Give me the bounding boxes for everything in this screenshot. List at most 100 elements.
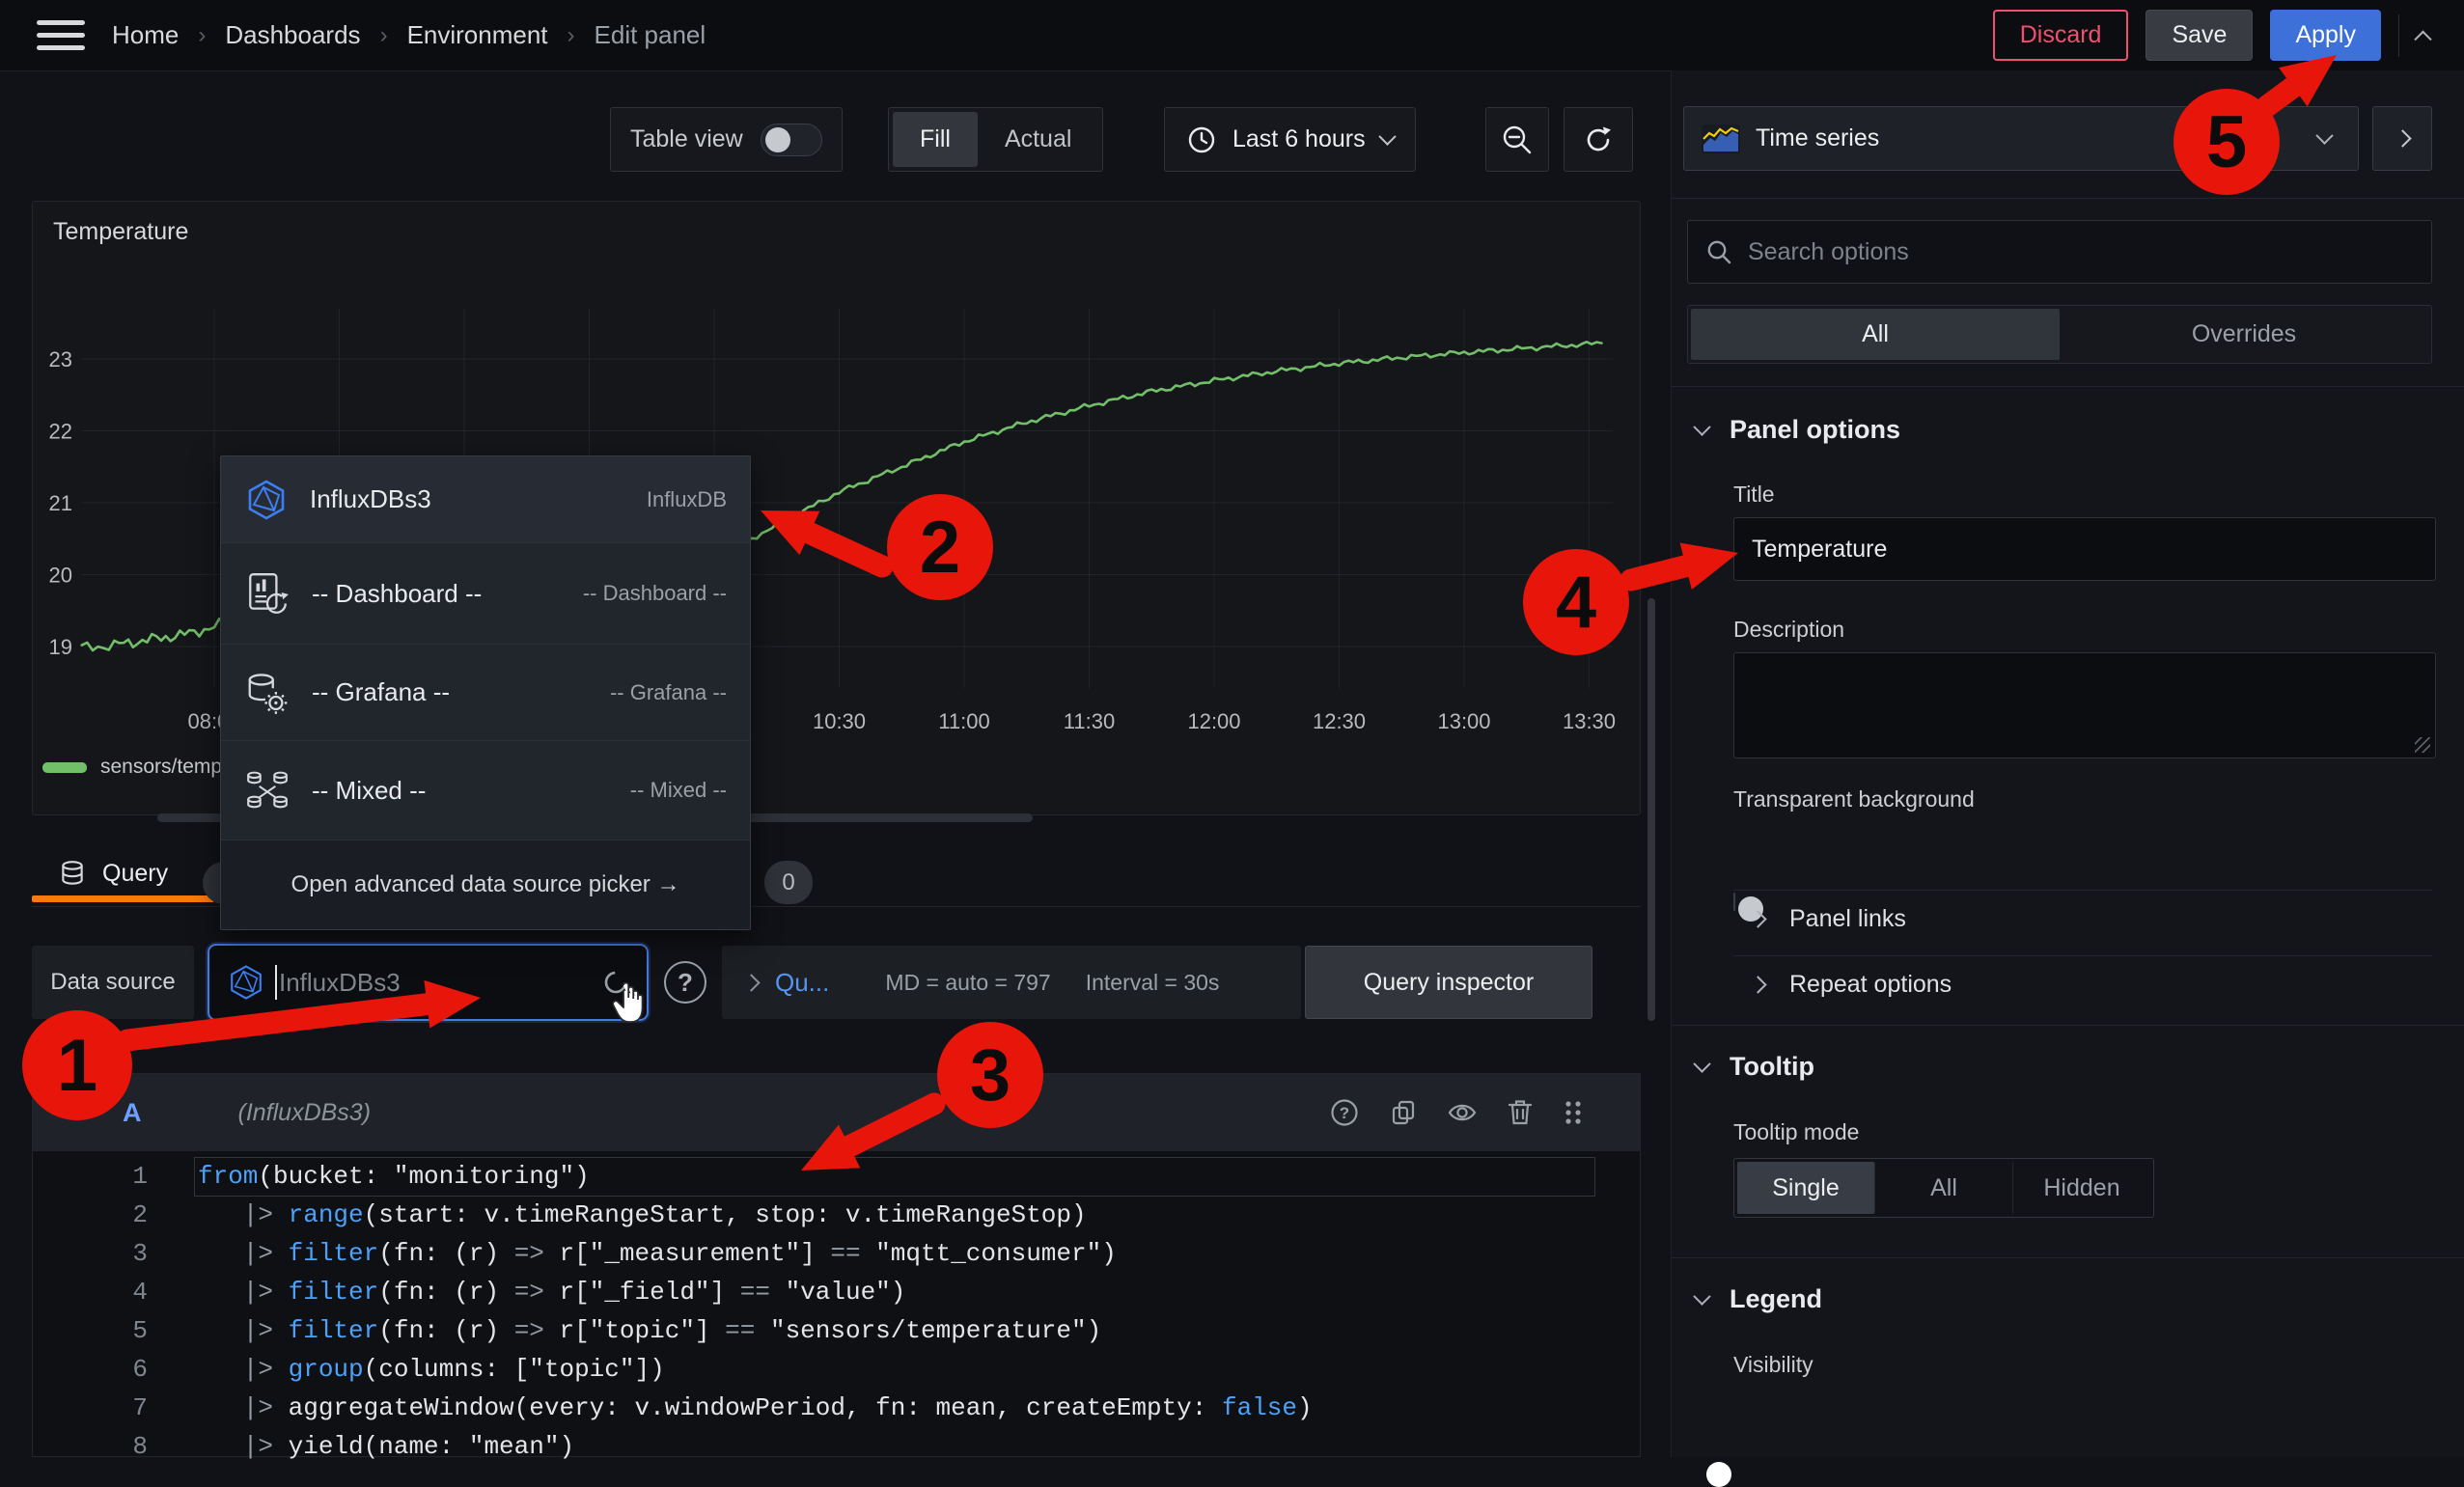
menu-icon[interactable] [37, 20, 85, 50]
zoom-out-icon [1500, 123, 1535, 157]
datasource-help-button[interactable]: ? [664, 961, 706, 1004]
collapse-query-icon[interactable] [61, 1101, 78, 1118]
help-icon[interactable]: ? [1329, 1097, 1360, 1128]
tab-query[interactable]: Query [58, 859, 168, 888]
visualization-picker[interactable]: Time series [1683, 106, 2359, 171]
delete-icon[interactable] [1507, 1098, 1534, 1127]
panel-options-section[interactable]: Panel options [1696, 415, 1900, 445]
mixed-icon [244, 767, 291, 813]
legend-section[interactable]: Legend [1696, 1284, 1822, 1314]
description-field-label: Description [1733, 617, 1844, 643]
svg-text:12:30: 12:30 [1313, 709, 1366, 733]
breadcrumb-item-dashboards[interactable]: Dashboards [225, 20, 360, 50]
datasource-option-dashboard[interactable]: -- Dashboard ---- Dashboard -- [221, 543, 750, 645]
divider [1672, 1257, 2464, 1258]
tab-overrides[interactable]: Overrides [2060, 309, 2428, 360]
datasource-picker-input[interactable]: InfluxDBs3 [208, 944, 649, 1021]
panel-links-section[interactable]: Panel links [1752, 905, 1906, 933]
tooltip-mode-all[interactable]: All [1874, 1162, 2012, 1214]
breadcrumb-item-home[interactable]: Home [112, 20, 179, 50]
code-line-2[interactable]: 2 |> range(start: v.timeRangeStart, stop… [32, 1196, 1639, 1234]
chevron-down-icon [1378, 127, 1396, 145]
fill-option[interactable]: Fill [893, 112, 978, 167]
tooltip-section[interactable]: Tooltip [1696, 1052, 1814, 1082]
divider [1672, 1025, 2464, 1026]
table-view-toggle[interactable] [761, 124, 822, 156]
svg-text:12:00: 12:00 [1187, 709, 1240, 733]
flux-query-editor[interactable]: 1from(bucket: "monitoring")2 |> range(st… [32, 1157, 1639, 1466]
panel-title-input[interactable] [1733, 517, 2436, 581]
breadcrumb-separator: › [568, 22, 575, 49]
breadcrumb-separator: › [198, 22, 206, 49]
code-line-3[interactable]: 3 |> filter(fn: (r) => r["_measurement"]… [32, 1234, 1639, 1273]
query-row-header[interactable]: A (InfluxDBs3) ? [33, 1074, 1640, 1151]
code-line-4[interactable]: 4 |> filter(fn: (r) => r["_field"] == "v… [32, 1273, 1639, 1311]
datasource-option-grafana[interactable]: -- Grafana ---- Grafana -- [221, 645, 750, 741]
code-line-5[interactable]: 5 |> filter(fn: (r) => r["topic"] == "se… [32, 1311, 1639, 1350]
drag-handle-icon[interactable] [1563, 1098, 1584, 1127]
datasource-dropdown: InfluxDBs3InfluxDB-- Dashboard ---- Dash… [220, 455, 751, 930]
datasource-option-mixed[interactable]: -- Mixed ---- Mixed -- [221, 741, 750, 840]
breadcrumb-item-environment[interactable]: Environment [407, 20, 548, 50]
query-options-expander[interactable]: Qu... [775, 968, 829, 998]
apply-button[interactable]: Apply [2270, 10, 2381, 61]
vertical-scrollbar[interactable] [1647, 598, 1655, 1021]
tab-all[interactable]: All [1691, 309, 2060, 360]
chevron-right-icon [1749, 910, 1766, 927]
title-field-label: Title [1733, 482, 1775, 508]
datasource-option-influxdbs3[interactable]: InfluxDBs3InfluxDB [221, 456, 750, 543]
transparent-bg-toggle[interactable] [1733, 893, 1735, 911]
influxdb-icon [227, 963, 265, 1002]
actual-option[interactable]: Actual [978, 112, 1098, 167]
line-number: 1 [32, 1162, 181, 1191]
search-icon [1705, 238, 1732, 265]
textarea-resize-handle[interactable] [2415, 737, 2430, 753]
fill-actual-switch: Fill Actual [888, 107, 1103, 172]
code-line-7[interactable]: 7 |> aggregateWindow(every: v.windowPeri… [32, 1389, 1639, 1427]
datasource-option-type: -- Grafana -- [610, 680, 727, 705]
options-search-input[interactable] [1746, 237, 2329, 267]
datasource-option-type: -- Mixed -- [630, 778, 727, 803]
discard-button[interactable]: Discard [1993, 10, 2129, 61]
code-line-8[interactable]: 8 |> yield(name: "mean") [32, 1427, 1639, 1466]
chevron-down-icon [1693, 1055, 1710, 1072]
hide-response-icon[interactable] [1447, 1098, 1478, 1127]
datasource-picker-value: InfluxDBs3 [279, 968, 401, 998]
query-inspector-button[interactable]: Query inspector [1305, 946, 1592, 1019]
table-view-control: Table view [610, 107, 843, 172]
panel-options-header: Panel options [1730, 415, 1900, 445]
collapse-options-pane-button[interactable] [2372, 106, 2432, 171]
duplicate-icon[interactable] [1389, 1098, 1418, 1127]
query-options-bar: Qu... MD = auto = 797 Interval = 30s [722, 946, 1301, 1019]
svg-text:19: 19 [49, 635, 72, 659]
svg-text:11:30: 11:30 [1064, 709, 1115, 733]
save-button[interactable]: Save [2146, 10, 2253, 61]
zoom-out-button[interactable] [1485, 107, 1549, 172]
tooltip-mode-single[interactable]: Single [1737, 1162, 1874, 1214]
open-advanced-picker-link[interactable]: Open advanced data source picker → [221, 840, 750, 929]
top-nav: Home›Dashboards›Environment›Edit panel D… [0, 0, 2464, 71]
datasource-option-type: -- Dashboard -- [583, 581, 727, 606]
datasource-option-type: InfluxDB [647, 487, 727, 512]
options-search[interactable] [1687, 220, 2432, 284]
chevron-down-icon [1693, 1287, 1710, 1305]
collapse-topbar-icon[interactable] [2414, 31, 2431, 48]
divider [1672, 386, 2464, 387]
refresh-button[interactable] [1564, 107, 1633, 172]
panel-description-textarea[interactable] [1733, 652, 2436, 758]
svg-text:23: 23 [49, 347, 72, 372]
clock-icon [1186, 124, 1217, 155]
time-range-label: Last 6 hours [1232, 125, 1366, 153]
loading-spinner-icon [602, 969, 629, 996]
time-range-picker[interactable]: Last 6 hours [1164, 107, 1416, 172]
tooltip-mode-hidden[interactable]: Hidden [2012, 1162, 2150, 1214]
datasource-label: Data source [32, 946, 194, 1019]
code-line-6[interactable]: 6 |> group(columns: ["topic"]) [32, 1350, 1639, 1389]
code-line-1[interactable]: 1from(bucket: "monitoring") [32, 1157, 1639, 1196]
dashboard-icon [244, 570, 291, 617]
repeat-options-section[interactable]: Repeat options [1752, 971, 1952, 999]
svg-text:13:00: 13:00 [1437, 709, 1490, 733]
query-ref-label: A [123, 1098, 142, 1128]
legend-header: Legend [1730, 1284, 1822, 1314]
interval-text: Interval = 30s [1086, 970, 1220, 996]
